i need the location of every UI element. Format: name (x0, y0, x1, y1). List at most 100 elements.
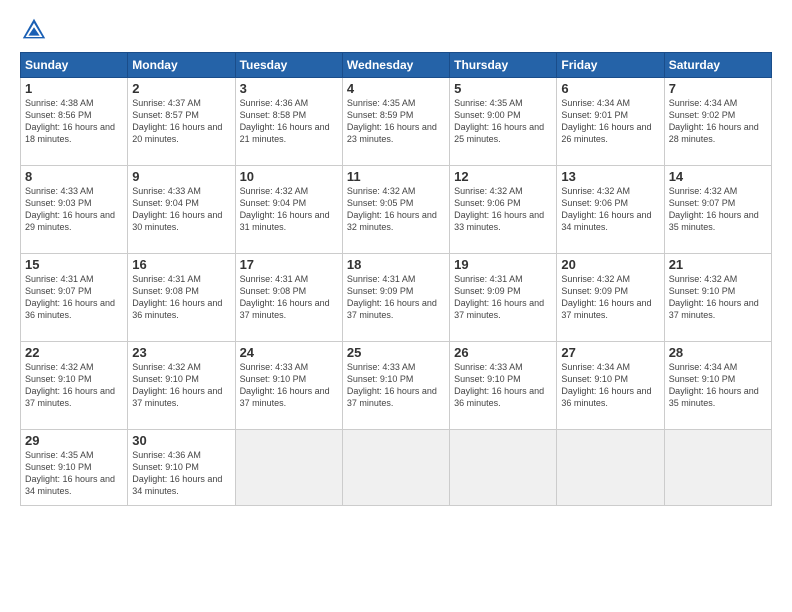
calendar-cell: 10Sunrise: 4:32 AM Sunset: 9:04 PM Dayli… (235, 166, 342, 254)
day-number: 27 (561, 345, 659, 360)
day-info: Sunrise: 4:37 AM Sunset: 8:57 PM Dayligh… (132, 97, 230, 146)
day-number: 14 (669, 169, 767, 184)
day-info: Sunrise: 4:36 AM Sunset: 8:58 PM Dayligh… (240, 97, 338, 146)
day-number: 28 (669, 345, 767, 360)
calendar-cell: 14Sunrise: 4:32 AM Sunset: 9:07 PM Dayli… (664, 166, 771, 254)
day-info: Sunrise: 4:35 AM Sunset: 9:00 PM Dayligh… (454, 97, 552, 146)
calendar-cell: 16Sunrise: 4:31 AM Sunset: 9:08 PM Dayli… (128, 254, 235, 342)
calendar-cell: 20Sunrise: 4:32 AM Sunset: 9:09 PM Dayli… (557, 254, 664, 342)
calendar-cell (557, 430, 664, 506)
day-info: Sunrise: 4:33 AM Sunset: 9:03 PM Dayligh… (25, 185, 123, 234)
calendar-cell (342, 430, 449, 506)
day-number: 9 (132, 169, 230, 184)
calendar-cell (664, 430, 771, 506)
day-info: Sunrise: 4:32 AM Sunset: 9:10 PM Dayligh… (132, 361, 230, 410)
calendar-cell: 12Sunrise: 4:32 AM Sunset: 9:06 PM Dayli… (450, 166, 557, 254)
day-info: Sunrise: 4:33 AM Sunset: 9:10 PM Dayligh… (347, 361, 445, 410)
day-number: 26 (454, 345, 552, 360)
calendar-cell: 7Sunrise: 4:34 AM Sunset: 9:02 PM Daylig… (664, 78, 771, 166)
day-info: Sunrise: 4:34 AM Sunset: 9:10 PM Dayligh… (669, 361, 767, 410)
day-info: Sunrise: 4:32 AM Sunset: 9:06 PM Dayligh… (561, 185, 659, 234)
day-info: Sunrise: 4:32 AM Sunset: 9:05 PM Dayligh… (347, 185, 445, 234)
day-info: Sunrise: 4:34 AM Sunset: 9:02 PM Dayligh… (669, 97, 767, 146)
day-number: 4 (347, 81, 445, 96)
calendar-cell: 18Sunrise: 4:31 AM Sunset: 9:09 PM Dayli… (342, 254, 449, 342)
day-info: Sunrise: 4:32 AM Sunset: 9:07 PM Dayligh… (669, 185, 767, 234)
calendar-cell: 4Sunrise: 4:35 AM Sunset: 8:59 PM Daylig… (342, 78, 449, 166)
weekday-header: Thursday (450, 53, 557, 78)
calendar-cell: 26Sunrise: 4:33 AM Sunset: 9:10 PM Dayli… (450, 342, 557, 430)
day-number: 30 (132, 433, 230, 448)
day-info: Sunrise: 4:33 AM Sunset: 9:04 PM Dayligh… (132, 185, 230, 234)
day-info: Sunrise: 4:33 AM Sunset: 9:10 PM Dayligh… (454, 361, 552, 410)
day-number: 13 (561, 169, 659, 184)
calendar-cell: 6Sunrise: 4:34 AM Sunset: 9:01 PM Daylig… (557, 78, 664, 166)
day-number: 29 (25, 433, 123, 448)
day-number: 3 (240, 81, 338, 96)
day-info: Sunrise: 4:32 AM Sunset: 9:10 PM Dayligh… (669, 273, 767, 322)
calendar-cell: 13Sunrise: 4:32 AM Sunset: 9:06 PM Dayli… (557, 166, 664, 254)
day-number: 24 (240, 345, 338, 360)
calendar-cell: 9Sunrise: 4:33 AM Sunset: 9:04 PM Daylig… (128, 166, 235, 254)
day-info: Sunrise: 4:31 AM Sunset: 9:08 PM Dayligh… (132, 273, 230, 322)
day-number: 8 (25, 169, 123, 184)
weekday-header: Saturday (664, 53, 771, 78)
day-number: 20 (561, 257, 659, 272)
day-info: Sunrise: 4:31 AM Sunset: 9:09 PM Dayligh… (454, 273, 552, 322)
day-number: 7 (669, 81, 767, 96)
day-info: Sunrise: 4:35 AM Sunset: 9:10 PM Dayligh… (25, 449, 123, 498)
calendar-cell: 22Sunrise: 4:32 AM Sunset: 9:10 PM Dayli… (21, 342, 128, 430)
calendar-cell: 8Sunrise: 4:33 AM Sunset: 9:03 PM Daylig… (21, 166, 128, 254)
day-number: 17 (240, 257, 338, 272)
calendar-cell: 3Sunrise: 4:36 AM Sunset: 8:58 PM Daylig… (235, 78, 342, 166)
day-number: 12 (454, 169, 552, 184)
day-info: Sunrise: 4:31 AM Sunset: 9:07 PM Dayligh… (25, 273, 123, 322)
day-number: 21 (669, 257, 767, 272)
day-number: 10 (240, 169, 338, 184)
calendar-cell: 24Sunrise: 4:33 AM Sunset: 9:10 PM Dayli… (235, 342, 342, 430)
calendar-cell (450, 430, 557, 506)
day-info: Sunrise: 4:32 AM Sunset: 9:09 PM Dayligh… (561, 273, 659, 322)
day-info: Sunrise: 4:32 AM Sunset: 9:04 PM Dayligh… (240, 185, 338, 234)
day-number: 5 (454, 81, 552, 96)
calendar-cell: 2Sunrise: 4:37 AM Sunset: 8:57 PM Daylig… (128, 78, 235, 166)
page: SundayMondayTuesdayWednesdayThursdayFrid… (0, 0, 792, 612)
day-info: Sunrise: 4:38 AM Sunset: 8:56 PM Dayligh… (25, 97, 123, 146)
day-info: Sunrise: 4:34 AM Sunset: 9:10 PM Dayligh… (561, 361, 659, 410)
day-number: 22 (25, 345, 123, 360)
weekday-header: Friday (557, 53, 664, 78)
calendar-cell: 25Sunrise: 4:33 AM Sunset: 9:10 PM Dayli… (342, 342, 449, 430)
calendar-cell: 19Sunrise: 4:31 AM Sunset: 9:09 PM Dayli… (450, 254, 557, 342)
day-info: Sunrise: 4:33 AM Sunset: 9:10 PM Dayligh… (240, 361, 338, 410)
day-info: Sunrise: 4:31 AM Sunset: 9:09 PM Dayligh… (347, 273, 445, 322)
calendar-cell: 28Sunrise: 4:34 AM Sunset: 9:10 PM Dayli… (664, 342, 771, 430)
weekday-header: Tuesday (235, 53, 342, 78)
day-info: Sunrise: 4:32 AM Sunset: 9:06 PM Dayligh… (454, 185, 552, 234)
calendar-cell: 17Sunrise: 4:31 AM Sunset: 9:08 PM Dayli… (235, 254, 342, 342)
day-info: Sunrise: 4:34 AM Sunset: 9:01 PM Dayligh… (561, 97, 659, 146)
weekday-header: Wednesday (342, 53, 449, 78)
day-number: 11 (347, 169, 445, 184)
calendar-cell: 27Sunrise: 4:34 AM Sunset: 9:10 PM Dayli… (557, 342, 664, 430)
calendar-cell: 5Sunrise: 4:35 AM Sunset: 9:00 PM Daylig… (450, 78, 557, 166)
calendar-cell: 29Sunrise: 4:35 AM Sunset: 9:10 PM Dayli… (21, 430, 128, 506)
calendar-cell: 1Sunrise: 4:38 AM Sunset: 8:56 PM Daylig… (21, 78, 128, 166)
calendar-cell: 21Sunrise: 4:32 AM Sunset: 9:10 PM Dayli… (664, 254, 771, 342)
day-number: 25 (347, 345, 445, 360)
day-info: Sunrise: 4:35 AM Sunset: 8:59 PM Dayligh… (347, 97, 445, 146)
day-info: Sunrise: 4:32 AM Sunset: 9:10 PM Dayligh… (25, 361, 123, 410)
weekday-header: Sunday (21, 53, 128, 78)
day-number: 6 (561, 81, 659, 96)
calendar-cell: 30Sunrise: 4:36 AM Sunset: 9:10 PM Dayli… (128, 430, 235, 506)
day-number: 16 (132, 257, 230, 272)
day-info: Sunrise: 4:31 AM Sunset: 9:08 PM Dayligh… (240, 273, 338, 322)
calendar-cell (235, 430, 342, 506)
weekday-header: Monday (128, 53, 235, 78)
day-number: 1 (25, 81, 123, 96)
day-info: Sunrise: 4:36 AM Sunset: 9:10 PM Dayligh… (132, 449, 230, 498)
logo-icon (20, 16, 48, 44)
calendar-cell: 15Sunrise: 4:31 AM Sunset: 9:07 PM Dayli… (21, 254, 128, 342)
calendar-cell: 11Sunrise: 4:32 AM Sunset: 9:05 PM Dayli… (342, 166, 449, 254)
logo (20, 16, 52, 44)
day-number: 23 (132, 345, 230, 360)
